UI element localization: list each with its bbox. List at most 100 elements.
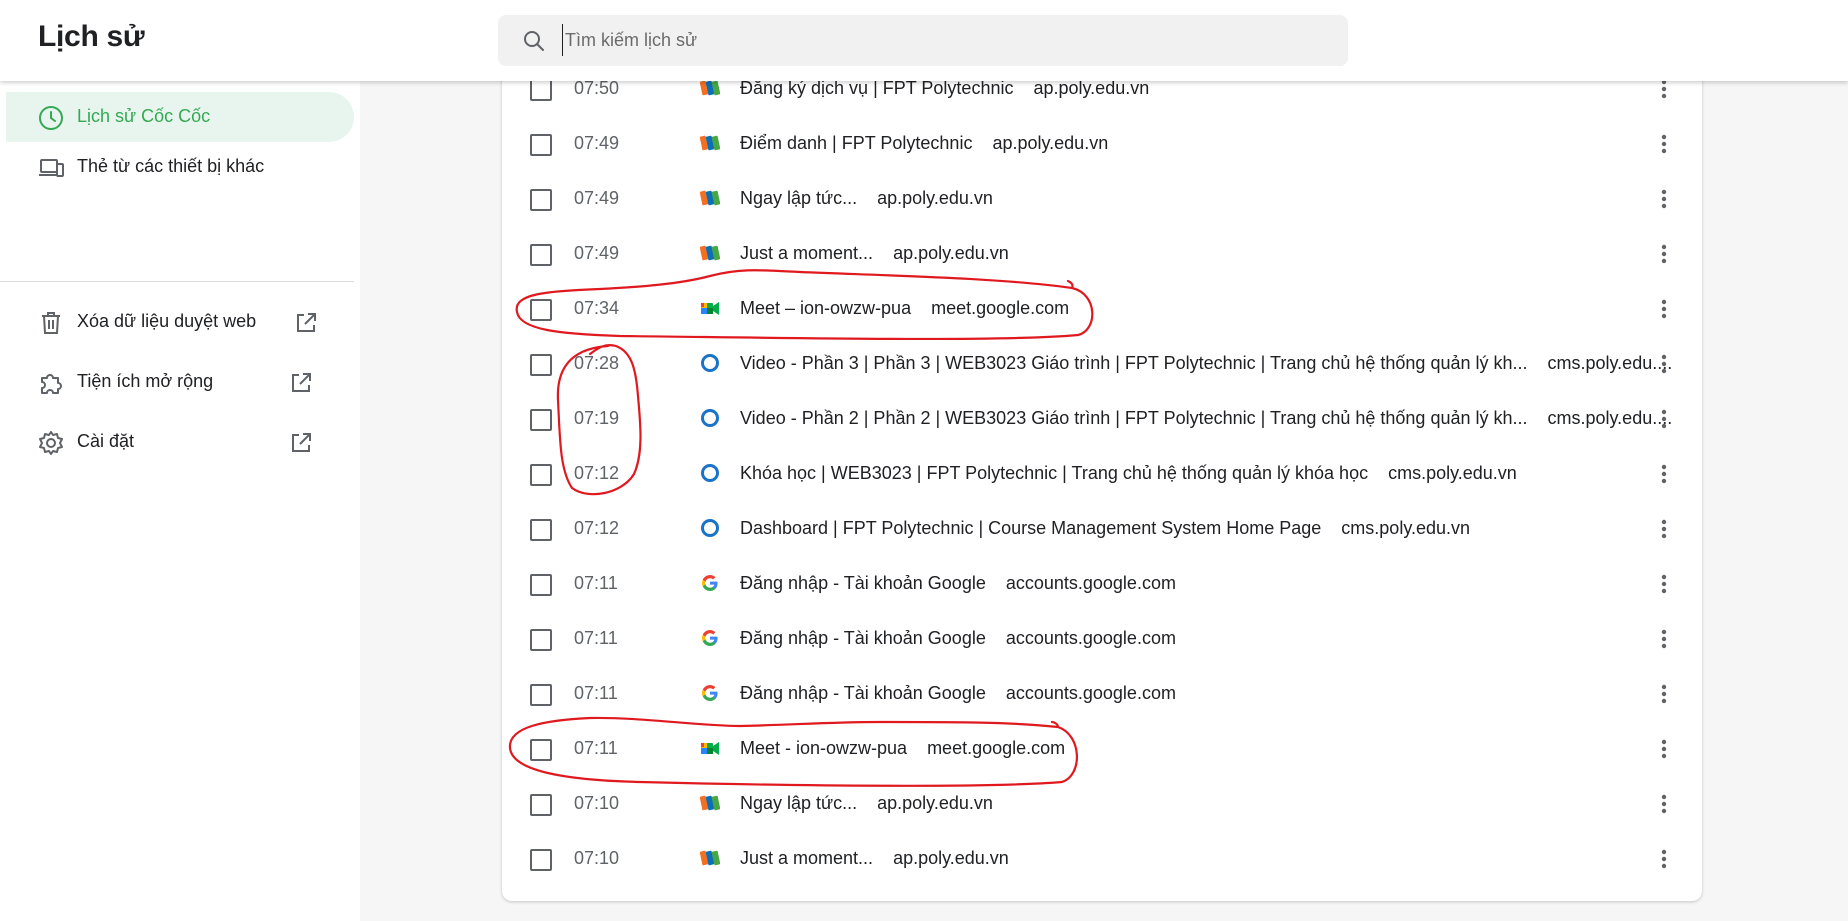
page-domain[interactable]: accounts.google.com xyxy=(1006,683,1176,704)
more-options-icon[interactable] xyxy=(1652,571,1676,597)
page-domain[interactable]: meet.google.com xyxy=(927,738,1065,759)
history-row[interactable]: 07:12 Khóa học | WEB3023 | FPT Polytechni… xyxy=(502,448,1702,503)
row-checkbox[interactable] xyxy=(530,299,552,321)
sidebar-link-clear-browsing-data[interactable]: Xóa dữ liệu duyệt web xyxy=(6,297,354,347)
cms-favicon xyxy=(700,518,720,538)
history-row[interactable]: 07:49 Just a moment... ap.poly.edu.vn xyxy=(502,228,1702,283)
sidebar-item-coccoc-history[interactable]: Lịch sử Cốc Cốc xyxy=(6,92,354,142)
more-options-icon[interactable] xyxy=(1652,626,1676,652)
visit-time: 07:11 xyxy=(574,628,618,648)
sidebar-link-settings[interactable]: Cài đặt xyxy=(6,417,354,467)
row-checkbox[interactable] xyxy=(530,409,552,431)
sidebar-link-extensions[interactable]: Tiện ích mở rộng xyxy=(6,357,354,407)
page-domain[interactable]: cms.poly.edu.vn xyxy=(1341,518,1470,539)
row-checkbox[interactable] xyxy=(530,189,552,211)
more-options-icon[interactable] xyxy=(1652,736,1676,762)
history-row[interactable]: 07:49 Điểm danh | FPT Polytechnic ap.poly.… xyxy=(502,118,1702,173)
gear-icon xyxy=(39,431,63,455)
sidebar-item-label: Cài đặt xyxy=(77,431,135,451)
more-options-icon[interactable] xyxy=(1652,406,1676,432)
page-title-link[interactable]: Just a moment... xyxy=(740,848,873,869)
visit-time: 07:28 xyxy=(574,353,620,373)
page-domain[interactable]: meet.google.com xyxy=(931,298,1069,319)
visit-time: 07:50 xyxy=(574,78,620,98)
sidebar: Lịch sử Cốc Cốc Thẻ từ các thiết bị khác… xyxy=(0,81,360,921)
more-options-icon[interactable] xyxy=(1652,461,1676,487)
page-domain[interactable]: cms.poly.edu.vn xyxy=(1388,463,1517,484)
page-title-link[interactable]: Khóa học | WEB3023 | FPT Polytechnic | T… xyxy=(740,463,1368,484)
history-row[interactable]: 07:34 Meet – ion-owzw-pua meet.google.com xyxy=(502,283,1702,338)
trash-icon xyxy=(42,312,60,334)
row-checkbox[interactable] xyxy=(530,464,552,486)
visit-time: 07:49 xyxy=(574,243,620,263)
more-options-icon[interactable] xyxy=(1652,296,1676,322)
history-row[interactable]: 07:19 Video - Phần 2 | Phần 2 | WEB3023 G… xyxy=(502,393,1702,448)
visit-time: 07:49 xyxy=(574,133,620,153)
page-title-link[interactable]: Đăng nhập - Tài khoản Google xyxy=(740,573,986,594)
page-domain[interactable]: ap.poly.edu.vn xyxy=(1033,78,1149,99)
page-domain[interactable]: accounts.google.com xyxy=(1006,628,1176,649)
puzzle-icon xyxy=(41,374,62,394)
cms-favicon xyxy=(700,353,720,373)
page-title-link[interactable]: Dashboard | FPT Polytechnic | Course Man… xyxy=(740,518,1321,539)
more-options-icon[interactable] xyxy=(1652,131,1676,157)
more-options-icon[interactable] xyxy=(1652,791,1676,817)
sidebar-item-label: Tiện ích mở rộng xyxy=(77,371,214,391)
page-title-link[interactable]: Video - Phần 3 | Phần 3 | WEB3023 Giáo t… xyxy=(740,353,1528,374)
external-link-icon xyxy=(292,373,311,392)
sidebar-item-other-devices[interactable]: Thẻ từ các thiết bị khác xyxy=(6,142,354,192)
history-row[interactable]: 07:10 Just a moment... ap.poly.edu.vn xyxy=(502,833,1702,888)
visit-time: 07:19 xyxy=(574,408,620,428)
row-checkbox[interactable] xyxy=(530,794,552,816)
row-checkbox[interactable] xyxy=(530,134,552,156)
more-options-icon[interactable] xyxy=(1652,186,1676,212)
history-row[interactable]: 07:11 Meet - ion-owzw-pua meet.google.com xyxy=(502,723,1702,778)
page-domain[interactable]: ap.poly.edu.vn xyxy=(877,793,993,814)
more-options-icon[interactable] xyxy=(1652,241,1676,267)
history-row[interactable]: 07:11 Đăng nhập - Tài khoản Google account… xyxy=(502,668,1702,723)
page-title-link[interactable]: Điểm danh | FPT Polytechnic xyxy=(740,133,972,154)
history-row[interactable]: 07:12 Dashboard | FPT Polytechnic | Cours… xyxy=(502,503,1702,558)
page-domain[interactable]: accounts.google.com xyxy=(1006,573,1176,594)
history-row[interactable]: 07:11 Đăng nhập - Tài khoản Google account… xyxy=(502,558,1702,613)
history-row[interactable]: 07:11 Đăng nhập - Tài khoản Google account… xyxy=(502,613,1702,668)
page-title-link[interactable]: Meet – ion-owzw-pua xyxy=(740,298,911,319)
top-header: Lịch sử xyxy=(0,0,1848,81)
more-options-icon[interactable] xyxy=(1652,681,1676,707)
more-options-icon[interactable] xyxy=(1652,846,1676,872)
more-options-icon[interactable] xyxy=(1652,351,1676,377)
row-checkbox[interactable] xyxy=(530,574,552,596)
row-checkbox[interactable] xyxy=(530,244,552,266)
page-title-link[interactable]: Đăng nhập - Tài khoản Google xyxy=(740,683,986,704)
row-checkbox[interactable] xyxy=(530,79,552,101)
row-checkbox[interactable] xyxy=(530,629,552,651)
page-domain[interactable]: ap.poly.edu.vn xyxy=(893,848,1009,869)
more-options-icon[interactable] xyxy=(1652,516,1676,542)
fpt-favicon xyxy=(699,78,721,98)
page-title-link[interactable]: Đăng ký dịch vụ | FPT Polytechnic xyxy=(740,78,1013,99)
row-checkbox[interactable] xyxy=(530,849,552,871)
search-input[interactable] xyxy=(562,24,1325,56)
page-title-link[interactable]: Đăng nhập - Tài khoản Google xyxy=(740,628,986,649)
page-title-link[interactable]: Ngay lập tức... xyxy=(740,793,857,814)
page-title-link[interactable]: Ngay lập tức... xyxy=(740,188,857,209)
row-checkbox[interactable] xyxy=(530,354,552,376)
page-domain[interactable]: ap.poly.edu.vn xyxy=(992,133,1108,154)
page-title-link[interactable]: Meet - ion-owzw-pua xyxy=(740,738,907,759)
history-row[interactable]: 07:49 Ngay lập tức... ap.poly.edu.vn xyxy=(502,173,1702,228)
search-box[interactable] xyxy=(498,15,1348,66)
row-checkbox[interactable] xyxy=(530,684,552,706)
external-link-icon xyxy=(297,313,316,332)
row-checkbox[interactable] xyxy=(530,739,552,761)
page-title-link[interactable]: Just a moment... xyxy=(740,243,873,264)
sidebar-item-label: Lịch sử Cốc Cốc xyxy=(77,106,211,126)
history-row[interactable]: 07:10 Ngay lập tức... ap.poly.edu.vn xyxy=(502,778,1702,833)
page-title-link[interactable]: Video - Phần 2 | Phần 2 | WEB3023 Giáo t… xyxy=(740,408,1528,429)
history-page: Lịch sử Lịch sử Cốc Cốc Thẻ từ các thiết xyxy=(0,0,1848,921)
page-domain[interactable]: ap.poly.edu.vn xyxy=(877,188,993,209)
page-domain[interactable]: ap.poly.edu.vn xyxy=(893,243,1009,264)
search-icon xyxy=(524,31,544,51)
row-checkbox[interactable] xyxy=(530,519,552,541)
fpt-favicon xyxy=(699,188,721,208)
history-row[interactable]: 07:28 Video - Phần 3 | Phần 3 | WEB3023 G… xyxy=(502,338,1702,393)
